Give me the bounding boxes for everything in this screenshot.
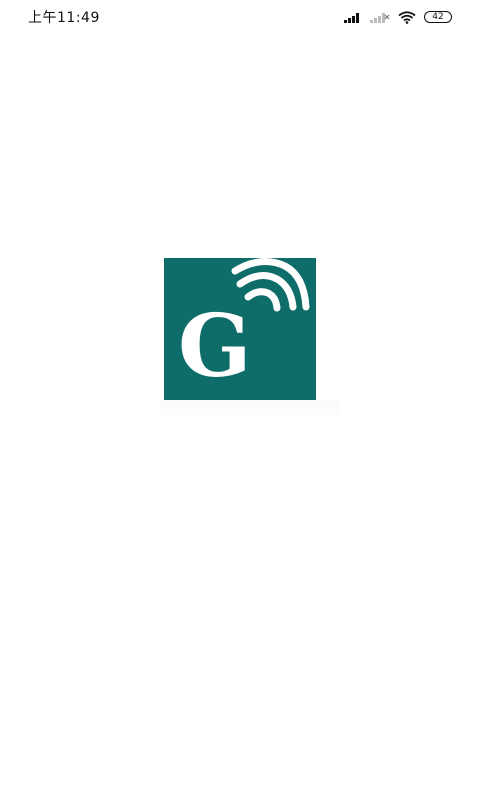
app-logo: G <box>164 258 316 400</box>
status-icons: 42 <box>344 10 452 24</box>
logo-shadow <box>160 400 340 420</box>
signal-icon <box>344 11 362 23</box>
status-time: 上午11:49 <box>28 10 100 26</box>
battery-icon: 42 <box>424 11 452 23</box>
signal-no-service-icon <box>370 11 390 23</box>
logo-letter: G <box>178 296 252 397</box>
wifi-icon <box>398 10 416 24</box>
battery-level: 42 <box>432 11 444 22</box>
status-bar: 上午11:49 42 <box>0 0 480 34</box>
